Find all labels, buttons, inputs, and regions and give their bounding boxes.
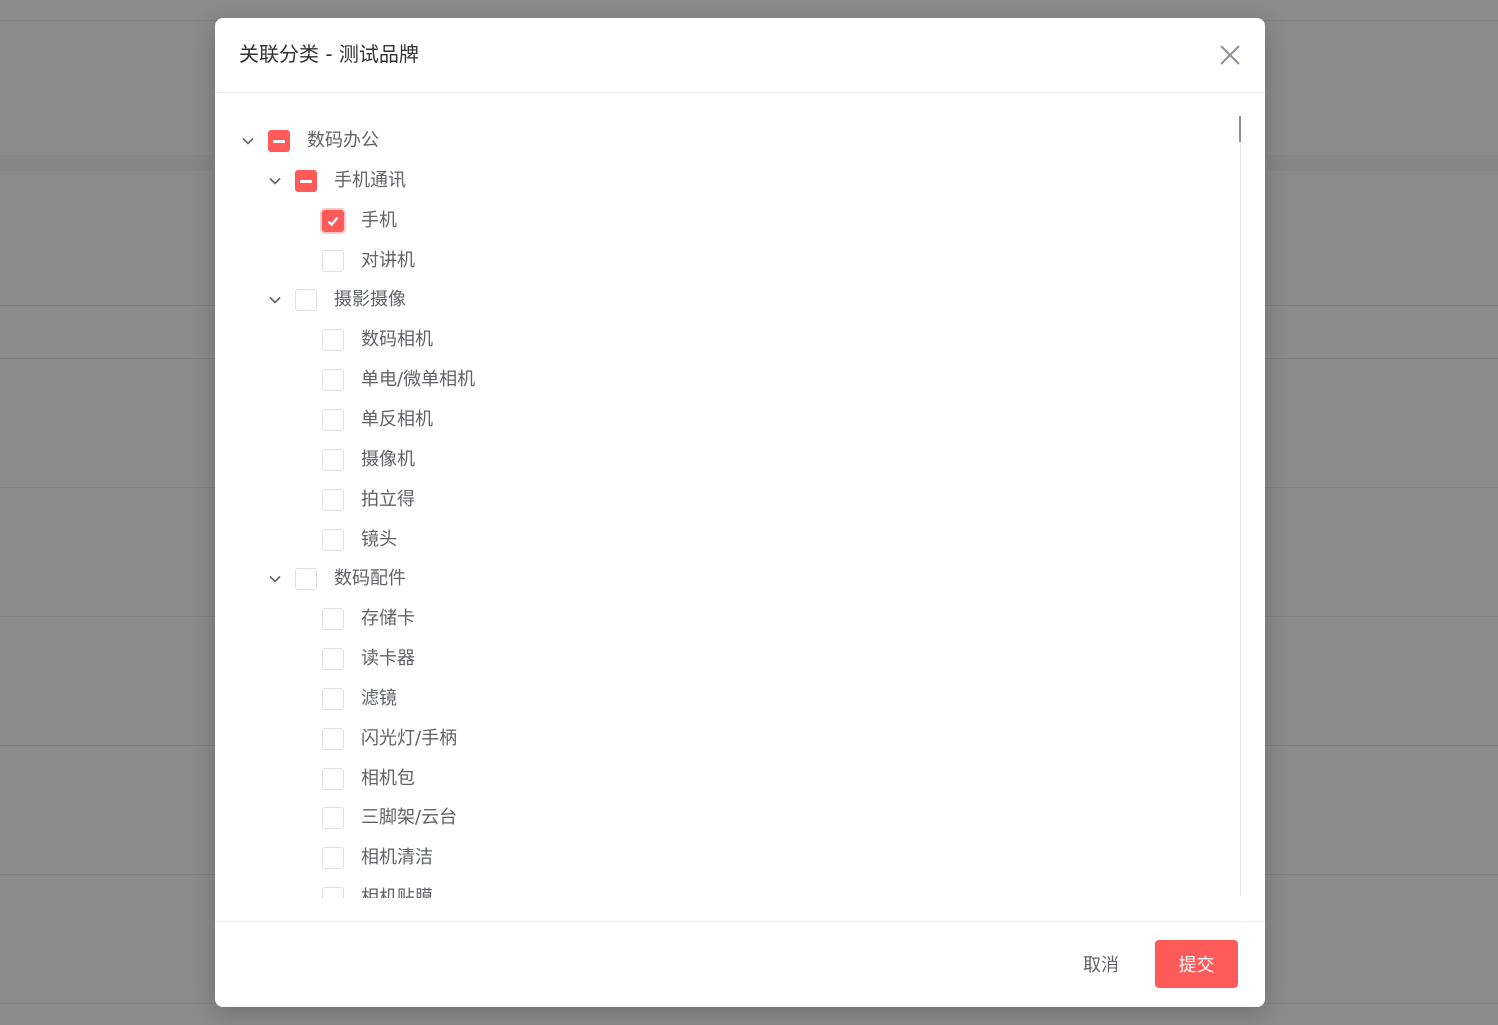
tree-node-checkbox[interactable] xyxy=(322,209,344,232)
tree-node-label: 相机贴膜 xyxy=(361,887,433,898)
tree-node-checkbox[interactable] xyxy=(322,807,344,830)
tree-node-checkbox[interactable] xyxy=(322,727,344,750)
associate-category-dialog: 关联分类 - 测试品牌 数码办公手机通讯手机对讲机摄影摄像数码相机单电/微单相机… xyxy=(215,18,1265,1007)
tree-node-checkbox[interactable] xyxy=(295,289,317,312)
cancel-button[interactable]: 取消 xyxy=(1070,940,1132,988)
tree-node[interactable]: 数码相机 xyxy=(295,320,1265,360)
tree-node-label: 相机清洁 xyxy=(361,847,433,869)
close-icon[interactable] xyxy=(1217,42,1243,68)
tree-node[interactable]: 相机贴膜 xyxy=(295,878,1265,898)
tree-node-label: 数码办公 xyxy=(307,130,379,151)
tree-node-label: 单电/微单相机 xyxy=(361,369,476,391)
tree-node[interactable]: 摄像机 xyxy=(295,440,1265,480)
tree-node-label: 数码配件 xyxy=(334,568,406,590)
tree-node[interactable]: 拍立得 xyxy=(295,480,1265,520)
tree-node-label: 摄像机 xyxy=(361,448,415,470)
tree-node-checkbox[interactable] xyxy=(322,847,344,870)
submit-button[interactable]: 提交 xyxy=(1155,940,1238,988)
dialog-footer: 取消 提交 xyxy=(215,921,1265,1007)
tree-node[interactable]: 单电/微单相机 xyxy=(295,360,1265,400)
tree-node-checkbox[interactable] xyxy=(268,130,290,152)
tree-node[interactable]: 单反相机 xyxy=(295,400,1265,440)
tree-node[interactable]: 滤镜 xyxy=(295,679,1265,719)
tree-node-checkbox[interactable] xyxy=(322,687,344,710)
tree-node[interactable]: 手机通讯 xyxy=(268,161,1265,201)
tree-node-label: 闪光灯/手柄 xyxy=(361,727,458,749)
tree-node-label: 存储卡 xyxy=(361,608,415,630)
tree-node[interactable]: 读卡器 xyxy=(295,639,1265,679)
chevron-down-icon[interactable] xyxy=(268,174,282,188)
tree-node-label: 对讲机 xyxy=(361,249,415,271)
chevron-down-icon[interactable] xyxy=(241,134,255,148)
tree-node-checkbox[interactable] xyxy=(322,369,344,392)
scrollbar-thumb[interactable] xyxy=(1239,116,1241,142)
tree-node-label: 手机通讯 xyxy=(334,169,406,191)
indeterminate-icon xyxy=(300,179,312,183)
tree-node-checkbox[interactable] xyxy=(322,448,344,471)
tree-node[interactable]: 数码配件 xyxy=(268,559,1265,599)
tree-node[interactable]: 镜头 xyxy=(295,520,1265,560)
tree-node-checkbox[interactable] xyxy=(322,329,344,352)
tree-node-checkbox[interactable] xyxy=(322,249,344,272)
tree-node-label: 拍立得 xyxy=(361,488,415,510)
tree-node[interactable]: 相机清洁 xyxy=(295,838,1265,878)
tree-node-label: 手机 xyxy=(361,209,397,231)
tree-node[interactable]: 三脚架/云台 xyxy=(295,798,1265,838)
dialog-header: 关联分类 - 测试品牌 xyxy=(215,18,1265,93)
scrollbar-track[interactable] xyxy=(1240,116,1241,896)
tree-node[interactable]: 摄影摄像 xyxy=(268,280,1265,320)
tree-node-checkbox[interactable] xyxy=(295,169,317,192)
indeterminate-icon xyxy=(273,140,285,143)
category-tree-panel[interactable]: 数码办公手机通讯手机对讲机摄影摄像数码相机单电/微单相机 单反相机摄像机拍立得镜头… xyxy=(215,116,1265,898)
tree-node[interactable]: 相机包 xyxy=(295,759,1265,799)
tree-node-label: 镜头 xyxy=(361,528,397,550)
tree-node-checkbox[interactable] xyxy=(322,528,344,551)
tree-node[interactable]: 存储卡 xyxy=(295,599,1265,639)
tree-node[interactable]: 数码办公 xyxy=(241,121,1241,161)
tree-node-checkbox[interactable] xyxy=(322,608,344,631)
tree-node-checkbox[interactable] xyxy=(322,488,344,511)
tree-node-label: 相机包 xyxy=(361,767,415,789)
chevron-down-icon[interactable] xyxy=(268,293,282,307)
tree-node-label: 三脚架/云台 xyxy=(361,807,458,829)
tree-node[interactable]: 对讲机 xyxy=(295,241,1265,281)
tree-node[interactable]: 手机 xyxy=(295,201,1265,241)
tree-node-checkbox[interactable] xyxy=(295,568,317,591)
tree-node-label: 数码相机 xyxy=(361,329,433,351)
check-icon xyxy=(327,216,339,226)
dialog-title: 关联分类 - 测试品牌 xyxy=(239,42,419,66)
tree-node-checkbox[interactable] xyxy=(322,887,344,898)
tree-node-label: 单反相机 xyxy=(361,408,433,430)
chevron-down-icon[interactable] xyxy=(268,572,282,586)
tree-node-checkbox[interactable] xyxy=(322,648,344,671)
tree-node-checkbox[interactable] xyxy=(322,767,344,790)
tree-node-label: 滤镜 xyxy=(361,687,397,709)
tree-node-label: 摄影摄像 xyxy=(334,289,406,311)
tree-node[interactable]: 闪光灯/手柄 xyxy=(295,719,1265,759)
tree-node-checkbox[interactable] xyxy=(322,408,344,431)
tree-node-label: 读卡器 xyxy=(361,648,415,670)
